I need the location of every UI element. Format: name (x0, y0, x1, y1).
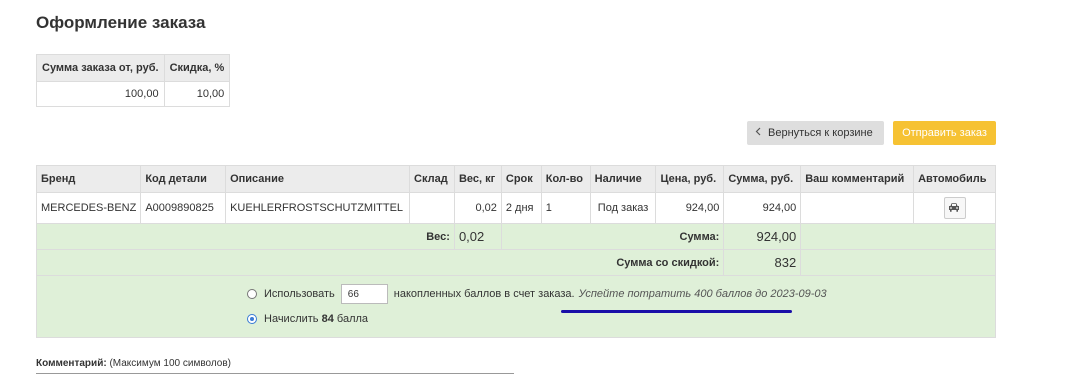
header-comment: Ваш комментарий (800, 165, 915, 193)
header-sum: Сумма, руб. (723, 165, 802, 193)
discount-header-percent: Скидка, % (163, 54, 231, 82)
car-select-button[interactable] (943, 197, 966, 219)
order-table: Бренд Код детали Описание Склад Вес, кг … (35, 165, 996, 338)
annotation-underline (561, 310, 792, 313)
header-warehouse: Склад (409, 165, 455, 193)
use-points-suffix: накопленных баллов в счет заказа. (393, 288, 575, 300)
discount-table: Сумма заказа от, руб. Скидка, % 100,00 1… (36, 54, 231, 107)
accrue-points-radio[interactable] (247, 314, 257, 324)
weight-sum-row: Вес: 0,02 Сумма: 924,00 (36, 223, 996, 250)
cell-warehouse (409, 192, 455, 224)
cell-comment[interactable] (800, 192, 915, 224)
accrue-points-prefix: Начислить (264, 313, 319, 325)
cell-weight: 0,02 (453, 192, 502, 224)
use-points-radio[interactable] (247, 289, 257, 299)
sum-total-label: Сумма: (500, 223, 725, 250)
discount-sum-from: 100,00 (36, 81, 165, 107)
header-part-code: Код детали (140, 165, 227, 193)
order-table-header: Бренд Код детали Описание Склад Вес, кг … (35, 165, 996, 193)
points-amount-input[interactable] (340, 284, 388, 304)
discount-sum-row: Сумма со скидкой: 832 (35, 249, 996, 276)
header-description: Описание (225, 165, 411, 193)
cell-brand: MERCEDES-BENZ (35, 192, 142, 224)
page-title: Оформление заказа (36, 13, 206, 32)
back-to-cart-button[interactable]: Вернуться к корзине (747, 121, 884, 145)
use-points-label: Использовать (264, 288, 335, 300)
header-brand: Бренд (35, 165, 142, 193)
send-order-button[interactable]: Отправить заказ (893, 121, 996, 145)
discount-percent: 10,00 (163, 81, 231, 107)
chevron-left-icon (755, 121, 763, 145)
bonus-accrue-option: Начислить 84 балла (247, 313, 368, 325)
comment-hint: (Максимум 100 символов) (109, 358, 232, 369)
header-weight: Вес, кг (453, 165, 502, 193)
discount-sum-value: 832 (723, 249, 802, 276)
header-price: Цена, руб. (655, 165, 725, 193)
bonus-options: Использовать накопленных баллов в счет з… (36, 275, 996, 338)
cell-price: 924,00 (655, 192, 725, 224)
discount-row: 100,00 10,00 (36, 81, 231, 107)
back-to-cart-label: Вернуться к корзине (768, 127, 873, 139)
bonus-row: Использовать накопленных баллов в счет з… (36, 275, 996, 338)
header-availability: Наличие (589, 165, 657, 193)
weight-total-label: Вес: (36, 223, 455, 250)
accrue-points-suffix: балла (336, 313, 369, 325)
cell-availability: Под заказ (589, 192, 657, 224)
bonus-use-option: Использовать накопленных баллов в счет з… (247, 284, 827, 304)
comment-label: Комментарий: (36, 358, 107, 369)
discount-header-sum-from: Сумма заказа от, руб. (36, 54, 165, 82)
table-row: MERCEDES-BENZ A0009890825 KUEHLERFROSTSC… (35, 192, 996, 224)
points-expire-hint: Успейте потратить 400 баллов до 2023-09-… (578, 288, 827, 300)
weight-total-value: 0,02 (453, 223, 502, 250)
discount-sum-label: Сумма со скидкой: (35, 249, 725, 276)
comment-field-label: Комментарий: (Максимум 100 символов) (36, 358, 231, 369)
cell-description: KUEHLERFROSTSCHUTZMITTEL (225, 192, 411, 224)
comment-input-border[interactable] (36, 373, 514, 374)
cell-qty: 1 (540, 192, 591, 224)
accrue-points-count: 84 (321, 313, 334, 325)
header-qty: Кол-во (540, 165, 591, 193)
cell-part-code: A0009890825 (140, 192, 227, 224)
cell-term: 2 дня (500, 192, 542, 224)
sum-total-value: 924,00 (723, 223, 802, 250)
car-icon (948, 203, 959, 212)
cell-sum: 924,00 (723, 192, 802, 224)
cell-car (913, 192, 996, 224)
header-term: Срок (500, 165, 542, 193)
header-car: Автомобиль (913, 165, 996, 193)
